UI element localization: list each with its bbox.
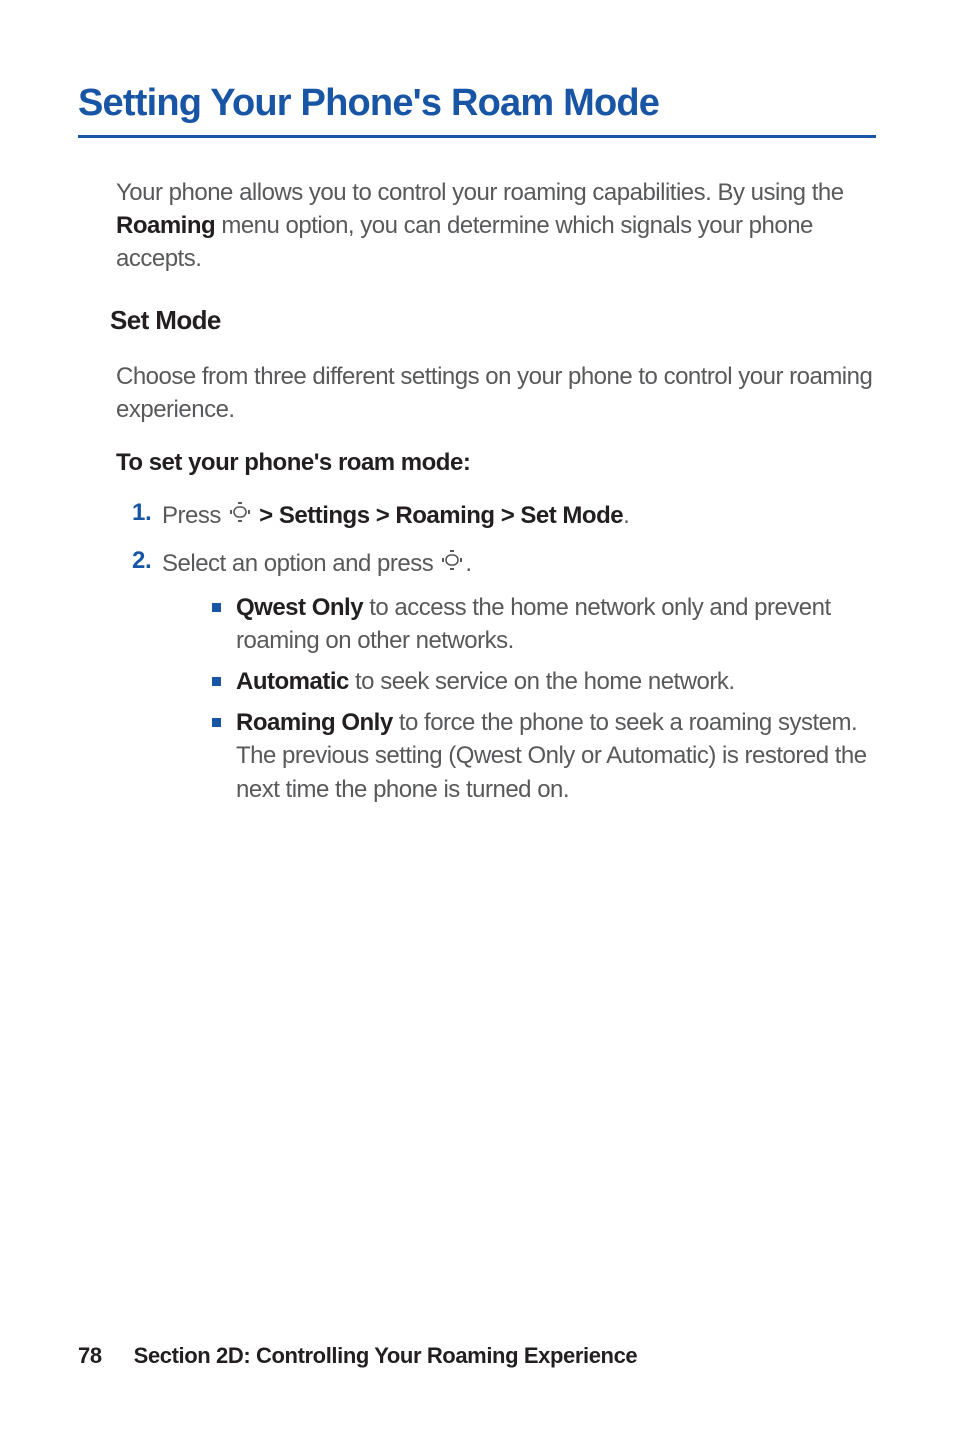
page-number: 78: [78, 1343, 102, 1369]
bullet-roaming-only: Roaming Only to force the phone to seek …: [212, 706, 876, 805]
title-divider: [78, 135, 876, 138]
bullet-roaming-only-bold: Roaming Only: [236, 709, 393, 736]
step-1-pre: Press: [162, 502, 227, 529]
intro-bold-roaming: Roaming: [116, 212, 215, 239]
intro-text-part1: Your phone allows you to control your ro…: [116, 179, 844, 206]
steps-list: 1. Press > Settings > Roaming > Set Mode…: [116, 499, 876, 814]
step-1-post: .: [623, 502, 629, 529]
footer-section: Section 2D: Controlling Your Roaming Exp…: [134, 1343, 638, 1368]
step-1: 1. Press > Settings > Roaming > Set Mode…: [116, 499, 876, 533]
intro-text-part2: menu option, you can determine which sig…: [116, 212, 813, 272]
bullet-qwest-only-bold: Qwest Only: [236, 594, 363, 621]
subheading-set-mode: Set Mode: [110, 305, 876, 336]
nav-key-icon: [441, 546, 463, 579]
step-1-number: 1.: [116, 499, 162, 533]
content-area: Your phone allows you to control your ro…: [78, 176, 876, 814]
page-footer: 78 Section 2D: Controlling Your Roaming E…: [78, 1343, 637, 1369]
step-1-body: Press > Settings > Roaming > Set Mode.: [162, 499, 876, 533]
nav-key-icon: [229, 498, 251, 531]
step-2-bullets: Qwest Only to access the home network on…: [162, 591, 876, 806]
bullet-automatic-rest: to seek service on the home network.: [349, 668, 735, 695]
page-title: Setting Your Phone's Roam Mode: [78, 82, 876, 125]
instruction-label: To set your phone's roam mode:: [116, 449, 876, 477]
bullet-automatic: Automatic to seek service on the home ne…: [212, 665, 876, 698]
step-2-number: 2.: [116, 547, 162, 814]
bullet-qwest-only: Qwest Only to access the home network on…: [212, 591, 876, 657]
step-2-body: Select an option and press . Qwest Only …: [162, 547, 876, 814]
sub-intro-paragraph: Choose from three different settings on …: [116, 360, 876, 426]
bullet-automatic-bold: Automatic: [236, 668, 349, 695]
step-2: 2. Select an option and press . Qwest On…: [116, 547, 876, 814]
step-1-bold: > Settings > Roaming > Set Mode: [253, 502, 623, 529]
intro-paragraph: Your phone allows you to control your ro…: [116, 176, 876, 275]
step-2-post: .: [465, 550, 471, 577]
step-2-pre: Select an option and press: [162, 550, 439, 577]
